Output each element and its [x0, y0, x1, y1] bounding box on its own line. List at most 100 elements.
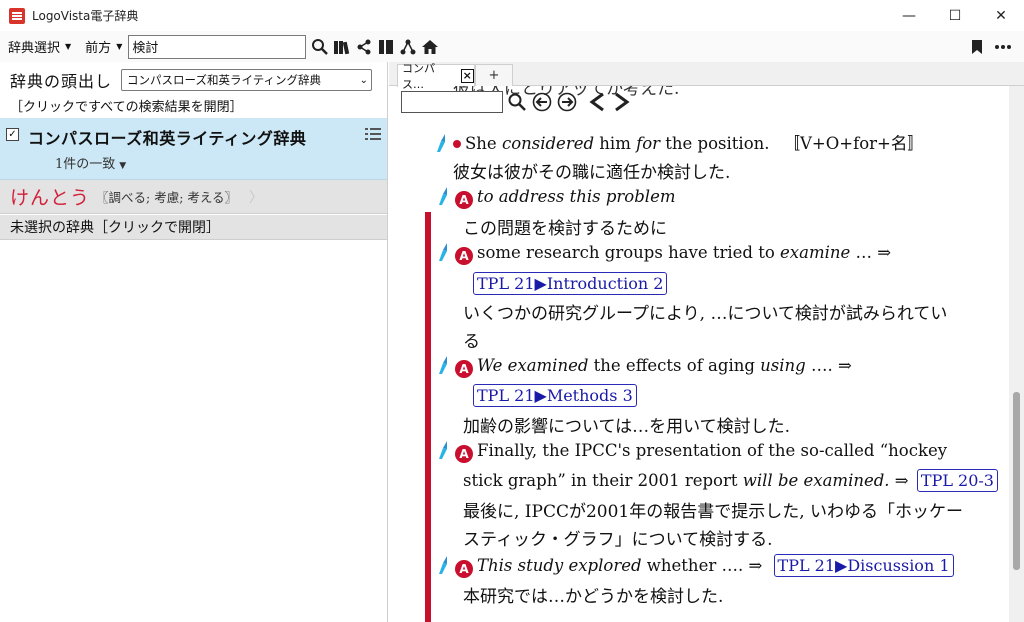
dictionary-name: コンパスローズ和英ライティング辞典 — [28, 129, 307, 148]
new-tab-button[interactable]: + — [475, 64, 513, 86]
split-view-icon[interactable] — [375, 35, 397, 59]
heading-label: 辞典の頭出し — [10, 72, 113, 91]
dictionary-select-label: 辞典選択 — [8, 41, 61, 56]
example-en: Asome research groups have tried to exam… — [437, 242, 891, 266]
entry-headword: けんとう — [10, 187, 91, 209]
tpl-link[interactable]: TPL 21▶Methods 3 — [473, 384, 637, 407]
maximize-button[interactable]: ☐ — [932, 0, 978, 31]
toolbar: 辞典選択 ▼ 前方 ▼ — [0, 31, 1024, 62]
open-all-results-link[interactable]: ［クリックですべての検索結果を開閉］ — [10, 96, 243, 115]
caret-down-icon: ▼ — [65, 42, 72, 51]
next-match-icon[interactable] — [556, 91, 578, 113]
example-a-badge: A — [455, 191, 473, 209]
match-count[interactable]: 1件の一致 ▼ — [55, 153, 126, 172]
example-en-text: whether …. ⇒ — [641, 556, 768, 575]
example-en-text: … ⇒ — [850, 243, 892, 262]
search-icon[interactable] — [309, 35, 331, 59]
more-icon[interactable] — [992, 35, 1014, 59]
audio-icon[interactable] — [437, 186, 453, 210]
home-icon[interactable] — [419, 35, 441, 59]
example-en-text: to address this problem — [477, 187, 676, 206]
tpl-link-row: TPL 21▶Methods 3 — [473, 384, 637, 407]
sense-bullet-icon — [453, 140, 461, 148]
sense-en-text: She — [465, 134, 502, 153]
example-ja: 最後に, IPCCが2001年の報告書で提示した, いわゆる「ホッケー — [463, 502, 964, 522]
sense-example-en: She considered him for the position. 〚V+O… — [435, 130, 924, 157]
forward-icon[interactable] — [611, 91, 633, 113]
hierarchy-icon[interactable] — [397, 35, 419, 59]
example-en-continued: stick graph” in their 2001 report will b… — [463, 469, 998, 492]
example-en: A We examined the effects of aging using … — [437, 355, 852, 379]
sense-en-italic: for — [636, 134, 661, 153]
audio-icon[interactable] — [437, 242, 453, 266]
grammar-pattern: 〚V+O+for+名〛 — [783, 134, 924, 153]
audio-icon[interactable] — [437, 355, 453, 379]
example-en: A Finally, the IPCC's presentation of the… — [437, 440, 947, 464]
example-ja: る — [463, 332, 480, 352]
heading-row: 辞典の頭出し コンパスローズ和英ライティング辞典 ⌄ — [0, 67, 373, 93]
title-bar: LogoVista電子辞典 — ☐ ✕ — [0, 0, 1024, 31]
bookmark-icon[interactable] — [966, 35, 988, 59]
previous-match-icon[interactable] — [531, 91, 553, 113]
unselected-dictionaries-label: 未選択の辞典［クリックで開閉］ — [10, 220, 220, 236]
example-ja: 加齢の影響については…を用いて検討した. — [463, 417, 791, 437]
result-entry[interactable]: けんとう 〖調べる; 考慮; 考える〗 〉 — [0, 180, 387, 214]
tab-close-icon[interactable]: × — [460, 69, 474, 83]
scrollbar-thumb[interactable] — [1013, 392, 1020, 570]
example-en: Ato address this problem — [437, 186, 675, 210]
audio-icon[interactable] — [435, 133, 451, 157]
tab-strip: コンパス… × + — [389, 62, 1024, 91]
example-en-italic: will be examined. — [742, 471, 890, 490]
find-input[interactable] — [401, 91, 503, 113]
sense-example-ja: 彼女は彼がその職に適任か検討した. — [453, 163, 731, 183]
chevron-down-icon: ⌄ — [359, 74, 369, 86]
find-in-page-bar — [401, 89, 633, 115]
sense-en-text: him — [594, 134, 637, 153]
unselected-dictionaries-row[interactable]: 未選択の辞典［クリックで開閉］ — [0, 215, 387, 240]
sense-en-italic: considered — [501, 134, 595, 153]
example-ja: いくつかの研究グループにより, …について検討が試みられてい — [463, 304, 948, 324]
example-en-text: …. ⇒ — [805, 356, 852, 375]
list-menu-icon[interactable] — [365, 128, 381, 144]
tpl-link[interactable]: TPL 21▶Introduction 2 — [473, 272, 668, 295]
minimize-button[interactable]: — — [886, 0, 932, 31]
caret-down-icon: ▼ — [116, 42, 123, 51]
example-section-bar — [425, 212, 431, 622]
audio-icon[interactable] — [437, 440, 453, 464]
search-input[interactable] — [128, 34, 307, 59]
dictionary-checkbox[interactable]: ✓ — [6, 128, 19, 141]
example-en-text: the effects of aging — [588, 356, 761, 375]
vertical-scrollbar[interactable] — [1009, 86, 1024, 622]
example-en-italic: using — [760, 356, 806, 375]
dictionary-result-group[interactable]: ✓ コンパスローズ和英ライティング辞典 1件の一致 ▼ — [0, 118, 387, 180]
audio-icon[interactable] — [437, 555, 453, 579]
tpl-link[interactable]: TPL 21▶Discussion 1 — [773, 554, 954, 577]
dictionary-select-dropdown[interactable]: 辞典選択 ▼ — [2, 35, 77, 59]
close-button[interactable]: ✕ — [978, 0, 1024, 31]
tpl-link[interactable]: TPL 20-3 — [916, 469, 998, 492]
entry-gloss: 〖調べる; 考慮; 考える〗 — [96, 190, 238, 205]
content-pane: コンパス… × + 彼は大にとりアッてか考えた. She considered … — [389, 62, 1024, 622]
example-ja: 本研究では…かどうかを検討した. — [463, 587, 724, 607]
window-title: LogoVista電子辞典 — [32, 9, 139, 23]
chevron-right-icon: 〉 — [249, 189, 264, 206]
example-a-badge: A — [455, 360, 473, 378]
tpl-link-row: TPL 21▶Introduction 2 — [473, 272, 668, 295]
tab-compass-rose[interactable]: コンパス… × — [397, 62, 475, 91]
example-en-text: Finally, the IPCC's presentation of the … — [477, 441, 948, 460]
example-ja: この問題を検討するために — [463, 219, 667, 239]
match-count-text: 1件の一致 — [55, 157, 116, 172]
back-icon[interactable] — [586, 91, 608, 113]
example-en-italic: This study explored — [477, 556, 642, 575]
match-mode-dropdown[interactable]: 前方 ▼ — [79, 35, 128, 59]
heading-dictionary-select[interactable]: コンパスローズ和英ライティング辞典 ⌄ — [121, 69, 373, 91]
library-icon[interactable] — [331, 35, 353, 59]
entry-content: 彼は大にとりアッてか考えた. She considered him for th… — [389, 86, 1009, 622]
example-en-italic: examine — [780, 243, 851, 262]
example-ja: スティック・グラフ」について検討する. — [463, 530, 773, 550]
heading-select-value: コンパスローズ和英ライティング辞典 — [127, 73, 322, 87]
share-icon[interactable] — [353, 35, 375, 59]
find-search-icon[interactable] — [506, 91, 528, 113]
caret-down-icon: ▼ — [119, 161, 127, 171]
example-en-italic: We examined — [477, 356, 589, 375]
